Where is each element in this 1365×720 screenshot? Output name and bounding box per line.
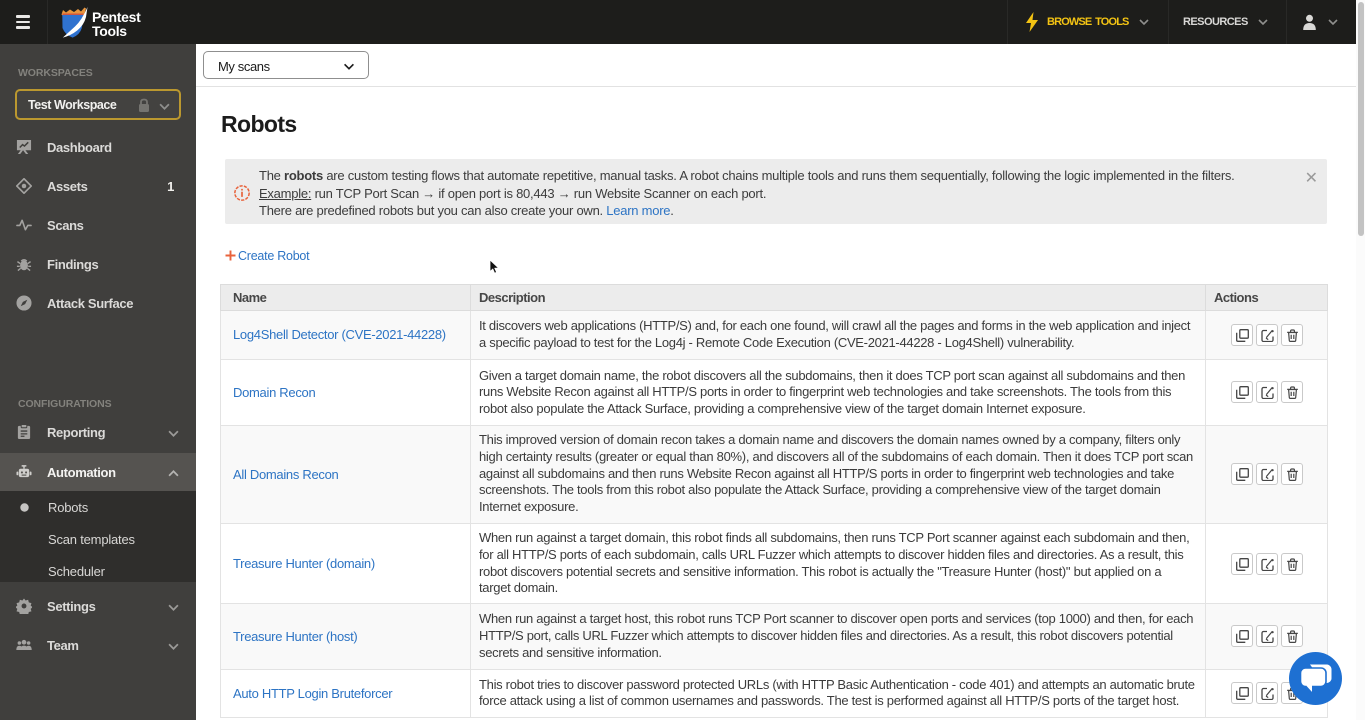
svg-text:Tools: Tools [92, 23, 127, 39]
